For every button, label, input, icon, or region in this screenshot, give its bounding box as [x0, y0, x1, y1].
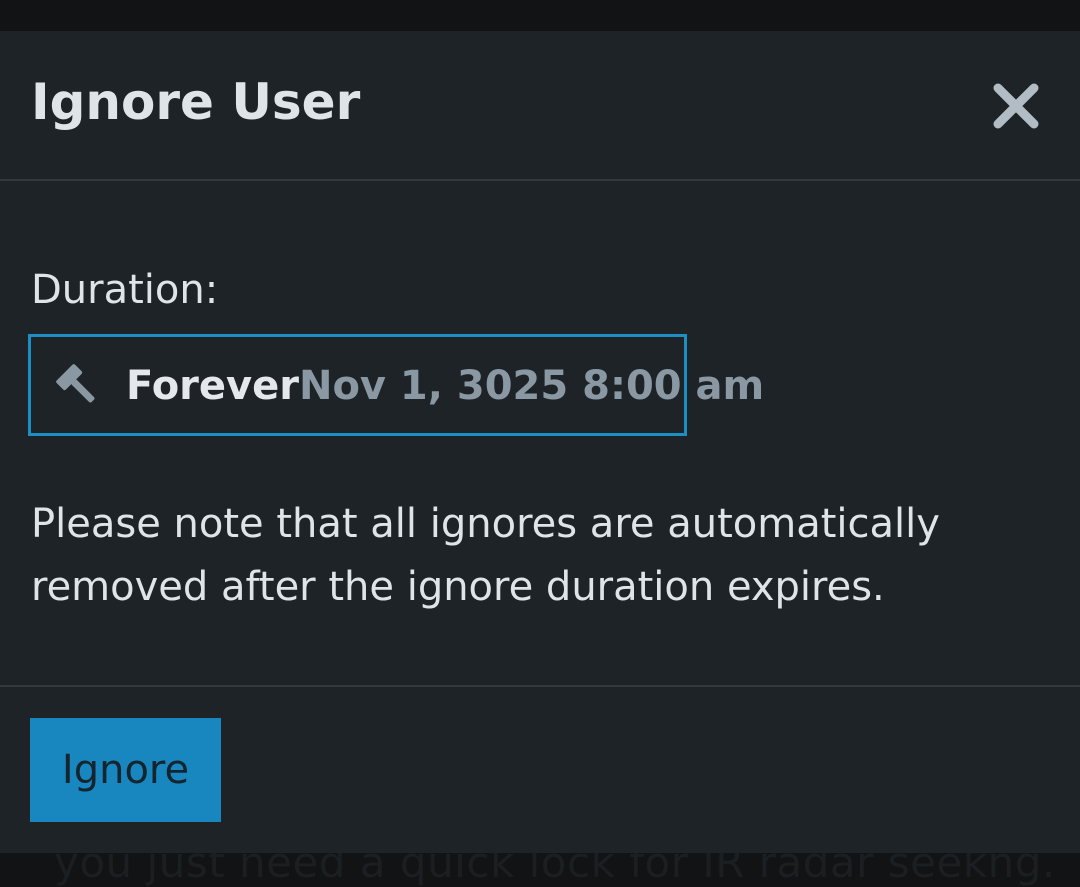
gavel-icon	[55, 363, 101, 409]
footer-divider	[0, 685, 1080, 687]
header-divider	[0, 179, 1080, 181]
duration-selected-option: Forever	[126, 363, 299, 409]
duration-date-option: Nov 1, 3025 8:00 am	[298, 363, 765, 409]
note-line: Please note that all ignores are automat…	[31, 501, 940, 547]
ignore-user-dialog: Ignore User Duration: ForeverNov 1, 3025…	[0, 31, 1080, 853]
note-line: removed after the ignore duration expire…	[31, 564, 885, 610]
dialog-header: Ignore User	[0, 31, 1080, 181]
duration-select[interactable]: ForeverNov 1, 3025 8:00 am	[28, 334, 764, 436]
dialog-title: Ignore User	[31, 73, 361, 131]
ignore-note: Please note that all ignores are automat…	[31, 493, 1031, 619]
ignore-button[interactable]: Ignore	[30, 718, 221, 822]
close-icon[interactable]	[988, 78, 1044, 134]
duration-value: ForeverNov 1, 3025 8:00 am	[126, 363, 764, 409]
duration-label: Duration:	[31, 267, 219, 313]
